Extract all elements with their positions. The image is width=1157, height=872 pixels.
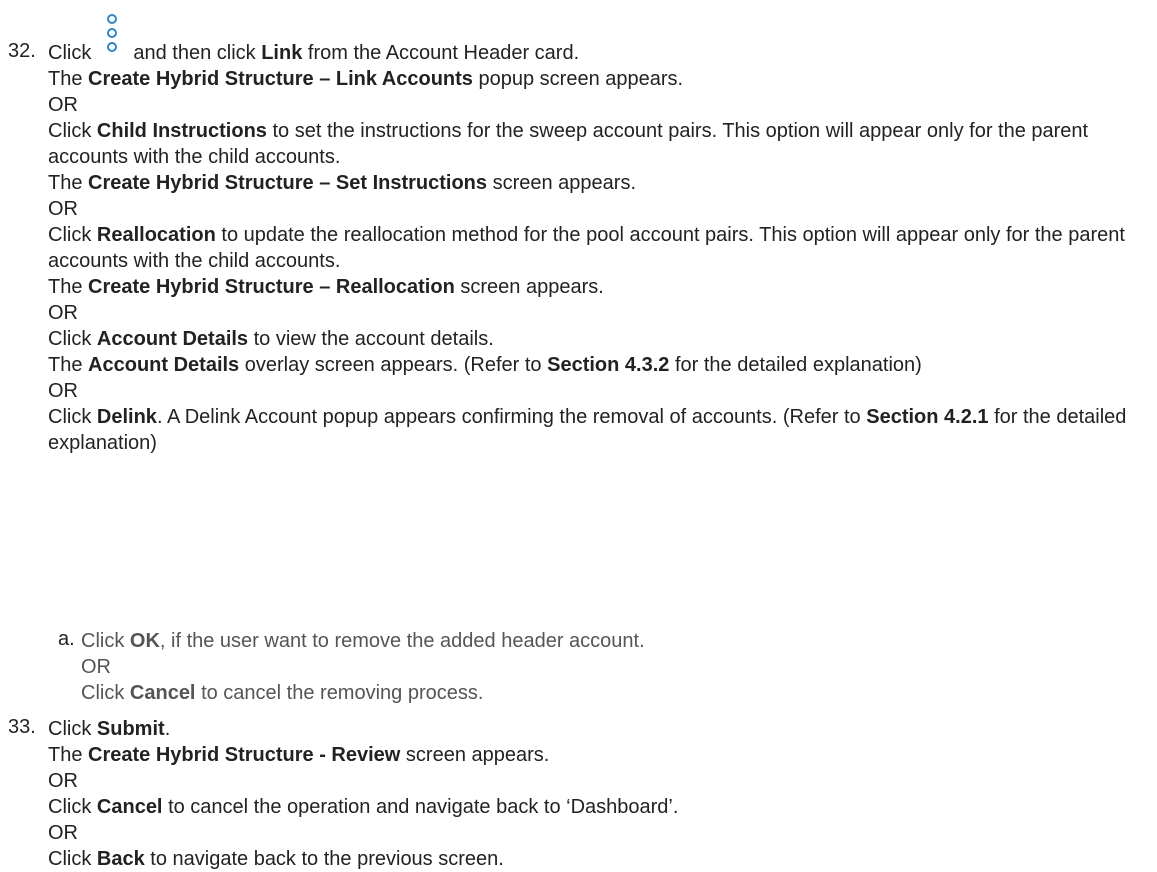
step-number: 33. (8, 716, 36, 738)
step-number: 32. (8, 40, 36, 62)
sub-step-body: Click OK, if the user want to remove the… (81, 628, 1131, 706)
step-line: Click Cancel to cancel the operation and… (48, 796, 679, 818)
step-line: Click Cancel to cancel the removing proc… (81, 682, 484, 704)
or-separator: OR (48, 770, 78, 792)
step-line: Click Back to navigate back to the previ… (48, 848, 504, 870)
document-page: 32. Click and then click Link from the Ac… (0, 0, 1157, 870)
kebab-menu-icon (105, 14, 119, 54)
step-line: The Create Hybrid Structure – Reallocati… (48, 276, 604, 298)
or-separator: OR (81, 656, 111, 678)
step-line: Click Account Details to view the accoun… (48, 328, 494, 350)
step-line: Click OK, if the user want to remove the… (81, 630, 645, 652)
step-body: Click and then click Link from the Accoun… (48, 14, 1148, 456)
or-separator: OR (48, 380, 78, 402)
or-separator: OR (48, 302, 78, 324)
step-line: The Create Hybrid Structure - Review scr… (48, 744, 550, 766)
link-option: Link (261, 42, 303, 64)
step-line: Click Child Instructions to set the inst… (48, 120, 1089, 168)
or-separator: OR (48, 822, 78, 844)
step-line: Click Delink. A Delink Account popup app… (48, 406, 1127, 454)
step-line: The Create Hybrid Structure – Set Instru… (48, 172, 636, 194)
step-line: Click and then click Link from the Accoun… (48, 14, 1148, 66)
step-line: The Create Hybrid Structure – Link Accou… (48, 68, 684, 90)
sub-step-letter: a. (58, 628, 75, 650)
or-separator: OR (48, 94, 78, 116)
step-line: The Account Details overlay screen appea… (48, 354, 922, 376)
step-body: Click Submit. The Create Hybrid Structur… (48, 716, 1148, 872)
or-separator: OR (48, 198, 78, 220)
step-line: Click Reallocation to update the realloc… (48, 224, 1125, 272)
step-line: Click Submit. (48, 718, 171, 740)
